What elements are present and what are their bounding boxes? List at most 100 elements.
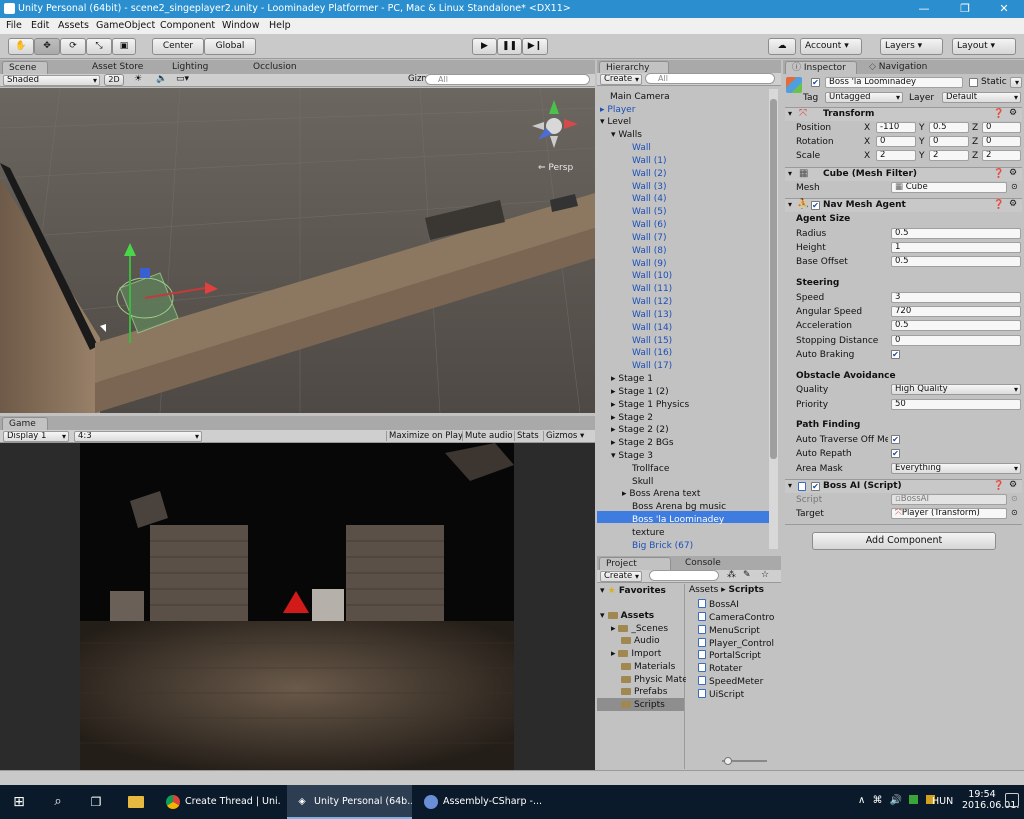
notification-center-icon[interactable]	[1005, 793, 1019, 807]
hierarchy-item[interactable]: Wall (7)	[632, 232, 666, 244]
play-button[interactable]: ▶	[472, 38, 497, 55]
object-picker-icon[interactable]: ⊙	[1011, 182, 1018, 191]
hierarchy-scrollbar[interactable]	[769, 89, 778, 549]
hierarchy-item[interactable]: ▸ Stage 1 (2)	[611, 386, 669, 398]
tab-console[interactable]: Console	[679, 557, 727, 570]
quality-dropdown[interactable]: High Quality	[891, 384, 1021, 395]
game-viewport[interactable]	[0, 443, 595, 770]
script-file[interactable]: PortalScript	[698, 650, 761, 662]
priority-field[interactable]: 50	[891, 399, 1021, 410]
menu-assets[interactable]: Assets	[58, 20, 89, 31]
layout-dropdown[interactable]: Layout ▾	[952, 38, 1016, 55]
move-tool-icon[interactable]: ✥	[34, 38, 60, 55]
hand-tool-icon[interactable]: ✋	[8, 38, 34, 55]
search-icon[interactable]: ⌕	[40, 785, 76, 819]
aspect-dropdown[interactable]: 4:3	[74, 431, 202, 442]
scene-search-input[interactable]: All	[425, 74, 590, 85]
project-create-dropdown[interactable]: Create	[600, 571, 642, 582]
mode-2d-toggle[interactable]: 2D	[104, 74, 124, 86]
scale-tool-icon[interactable]: ⤡	[86, 38, 112, 55]
folder-item[interactable]: ▸ Import	[611, 648, 661, 660]
project-search-input[interactable]	[649, 570, 719, 581]
tab-lighting[interactable]: Lighting	[166, 61, 214, 74]
add-component-button[interactable]: Add Component	[812, 532, 996, 550]
hierarchy-item[interactable]: Wall (8)	[632, 245, 666, 257]
favorite-star-icon[interactable]: ☆	[761, 570, 769, 580]
folder-item[interactable]: ▸ _Scenes	[611, 623, 668, 635]
boss-ai-header[interactable]: ▾ ✔ Boss AI (Script) ❓ ⚙	[785, 479, 1022, 493]
hierarchy-item[interactable]: Wall (1)	[632, 155, 666, 167]
hierarchy-item[interactable]: ▸ Stage 2 (2)	[611, 424, 669, 436]
hierarchy-item[interactable]: texture	[632, 527, 665, 539]
position-y-field[interactable]: 0.5	[929, 122, 969, 133]
file-explorer-icon[interactable]	[118, 785, 154, 819]
tab-inspector[interactable]: ⓘ Inspector	[785, 61, 857, 74]
rotation-x-field[interactable]: 0	[876, 136, 916, 147]
persp-label[interactable]: ⇐ Persp	[538, 163, 573, 173]
hierarchy-item-selected[interactable]: Boss 'la Loominadey	[632, 514, 724, 526]
folder-item[interactable]: Audio	[621, 635, 660, 647]
hierarchy-item[interactable]: ▾ Stage 3	[611, 450, 653, 462]
menu-component[interactable]: Component	[160, 20, 215, 31]
speed-field[interactable]: 3	[891, 292, 1021, 303]
mesh-filter-header[interactable]: ▾ ▦ Cube (Mesh Filter) ❓ ⚙	[785, 167, 1022, 181]
settings-gear-icon[interactable]: ⚙	[1009, 199, 1017, 209]
hierarchy-item[interactable]: Wall (16)	[632, 347, 672, 359]
hierarchy-item[interactable]: Wall (14)	[632, 322, 672, 334]
taskbar-unity[interactable]: ◈ Unity Personal (64b...	[287, 785, 412, 819]
scene-orientation-gizmo[interactable]	[528, 96, 580, 148]
clock[interactable]: 19:54 2016.06.01.	[962, 789, 1019, 811]
target-object-field[interactable]: ⤧Player (Transform)	[891, 508, 1007, 519]
menu-gameobject[interactable]: GameObject	[96, 20, 155, 31]
settings-gear-icon[interactable]: ⚙	[1009, 480, 1017, 490]
menu-file[interactable]: File	[6, 20, 22, 31]
menu-help[interactable]: Help	[269, 20, 291, 31]
script-file[interactable]: BossAI	[698, 599, 739, 611]
layers-dropdown[interactable]: Layers ▾	[880, 38, 943, 55]
stats-toggle[interactable]: Stats	[514, 431, 539, 441]
hierarchy-item[interactable]: Wall (11)	[632, 283, 672, 295]
folder-item-selected[interactable]: Scripts	[621, 699, 665, 711]
nav-mesh-agent-header[interactable]: ▾ ⛹ ✔ Nav Mesh Agent ❓ ⚙	[785, 198, 1022, 212]
hierarchy-item[interactable]: Wall (4)	[632, 193, 666, 205]
taskbar-chrome[interactable]: Create Thread | Uni...	[158, 785, 280, 819]
filter-label-icon[interactable]: ✎	[743, 570, 751, 580]
help-icon[interactable]: ❓	[993, 481, 1004, 491]
hierarchy-item[interactable]: ▸ Stage 2	[611, 412, 653, 424]
hierarchy-item[interactable]: Wall (17)	[632, 360, 672, 372]
tab-scene[interactable]: Scene	[2, 61, 48, 74]
system-tray[interactable]: ∧ ⌘ 🔊	[858, 795, 935, 806]
base-offset-field[interactable]: 0.5	[891, 256, 1021, 267]
layer-dropdown[interactable]: Default	[942, 92, 1021, 103]
hierarchy-item[interactable]: Wall (3)	[632, 181, 666, 193]
hierarchy-item[interactable]: Wall (10)	[632, 270, 672, 282]
folder-item[interactable]: Physic Mate	[621, 674, 688, 686]
hierarchy-item[interactable]: Trollface	[632, 463, 669, 475]
pause-button[interactable]: ❚❚	[497, 38, 522, 55]
help-icon[interactable]: ❓	[993, 169, 1004, 179]
hierarchy-item[interactable]: Wall (5)	[632, 206, 666, 218]
hierarchy-item[interactable]: ▾ Walls	[611, 129, 642, 141]
hierarchy-search-input[interactable]: All	[645, 73, 775, 84]
hierarchy-item[interactable]: Wall (15)	[632, 335, 672, 347]
hierarchy-item[interactable]: ▸ Player	[600, 104, 635, 116]
mute-audio-toggle[interactable]: Mute audio	[462, 431, 513, 441]
position-x-field[interactable]: -110	[876, 122, 916, 133]
windows-start-icon[interactable]: ⊞	[0, 785, 38, 819]
maximize-on-play-toggle[interactable]: Maximize on Play	[386, 431, 463, 441]
active-checkbox[interactable]: ✔	[811, 78, 820, 87]
pivot-global-button[interactable]: Global	[204, 38, 256, 55]
rect-tool-icon[interactable]: ▣	[112, 38, 136, 55]
rotation-y-field[interactable]: 0	[929, 136, 969, 147]
filter-type-icon[interactable]: ⁂	[727, 570, 736, 580]
cloud-icon[interactable]: ☁	[768, 38, 796, 55]
menu-window[interactable]: Window	[222, 20, 259, 31]
static-dropdown[interactable]	[1010, 77, 1022, 88]
hierarchy-item[interactable]: Wall (13)	[632, 309, 672, 321]
slider-thumb[interactable]	[724, 757, 732, 765]
game-gizmos-dropdown[interactable]: Gizmos ▾	[543, 431, 584, 441]
account-dropdown[interactable]: Account ▾	[800, 38, 862, 55]
scale-x-field[interactable]: 2	[876, 150, 916, 161]
step-button[interactable]: ▶❙	[522, 38, 548, 55]
taskbar-visual-studio[interactable]: Assembly-CSharp -...	[416, 785, 541, 819]
